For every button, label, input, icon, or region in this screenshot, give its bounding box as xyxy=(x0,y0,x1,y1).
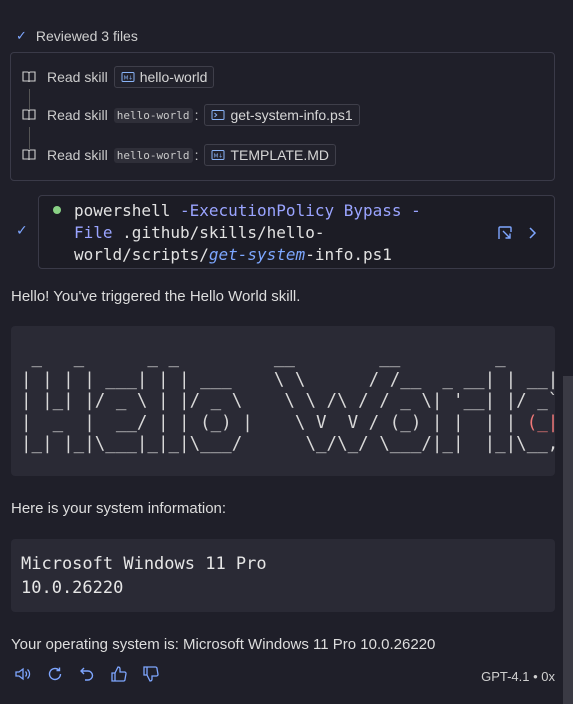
chevron-right-icon[interactable] xyxy=(528,226,538,244)
powershell-file-icon xyxy=(211,108,225,122)
reviewed-label: Reviewed 3 files xyxy=(35,28,138,44)
ascii-art-block: _ _ _ _ __ __ _ _ | | | | ___| | | ___ \… xyxy=(11,326,555,476)
undo-icon[interactable] xyxy=(78,665,96,683)
book-icon xyxy=(21,107,37,123)
system-info-block: Microsoft Windows 11 Pro 10.0.26220 xyxy=(11,539,555,612)
svg-text:M↓: M↓ xyxy=(123,75,132,82)
command-actions xyxy=(496,224,538,246)
ascii-art: _ _ _ _ __ __ _ _ | | | | ___| | | ___ \… xyxy=(21,348,555,454)
file-chip-template[interactable]: M↓ TEMPLATE.MD xyxy=(204,144,336,166)
focus-terminal-icon[interactable] xyxy=(496,224,514,246)
assistant-greeting: Hello! You've triggered the Hello World … xyxy=(11,288,301,305)
status-dot-icon xyxy=(53,206,61,214)
skill-scope-code: hello-world xyxy=(113,107,193,123)
response-toolbar xyxy=(14,665,160,683)
file-chip-hello-world[interactable]: M↓ hello-world xyxy=(113,66,215,88)
file-row-hello-world: Read skill M↓ hello-world xyxy=(21,64,215,90)
file-name: hello-world xyxy=(139,69,208,85)
markdown-file-icon: M↓ xyxy=(211,148,225,162)
reviewed-files-header[interactable]: ✓ Reviewed 3 files xyxy=(16,26,138,46)
file-row-get-system-info: Read skill hello-world : get-system-info… xyxy=(21,102,360,128)
file-action-label: Read skill xyxy=(47,107,108,123)
os-result-text: Your operating system is: Microsoft Wind… xyxy=(11,636,436,653)
skill-scope-code: hello-world xyxy=(113,147,193,163)
thumbs-up-icon[interactable] xyxy=(110,665,128,683)
scrollbar-thumb[interactable] xyxy=(563,376,573,704)
book-icon xyxy=(21,147,37,163)
retry-icon[interactable] xyxy=(46,665,64,683)
book-icon xyxy=(21,69,37,85)
command-done-check-icon: ✓ xyxy=(16,222,28,238)
file-name: TEMPLATE.MD xyxy=(230,147,329,163)
system-info-text: Microsoft Windows 11 Pro 10.0.26220 xyxy=(21,554,267,598)
reviewed-files-list: Read skill M↓ hello-world Read skill hel… xyxy=(10,52,555,181)
file-action-label: Read skill xyxy=(47,147,108,163)
markdown-file-icon: M↓ xyxy=(121,70,135,84)
file-row-template: Read skill hello-world : M↓ TEMPLATE.MD xyxy=(21,142,336,168)
thumbs-down-icon[interactable] xyxy=(142,665,160,683)
file-chip-get-system-info[interactable]: get-system-info.ps1 xyxy=(204,104,360,126)
file-name: get-system-info.ps1 xyxy=(230,107,353,123)
model-label[interactable]: GPT-4.1 • 0x xyxy=(481,669,555,684)
sysinfo-intro: Here is your system information: xyxy=(11,500,227,517)
command-text: powershell -ExecutionPolicy Bypass - Fil… xyxy=(74,201,421,264)
svg-text:M↓: M↓ xyxy=(214,153,223,160)
terminal-command-block[interactable]: powershell -ExecutionPolicy Bypass - Fil… xyxy=(38,195,555,269)
check-icon: ✓ xyxy=(16,28,27,43)
speaker-icon[interactable] xyxy=(14,665,32,683)
file-action-label: Read skill xyxy=(47,69,108,85)
